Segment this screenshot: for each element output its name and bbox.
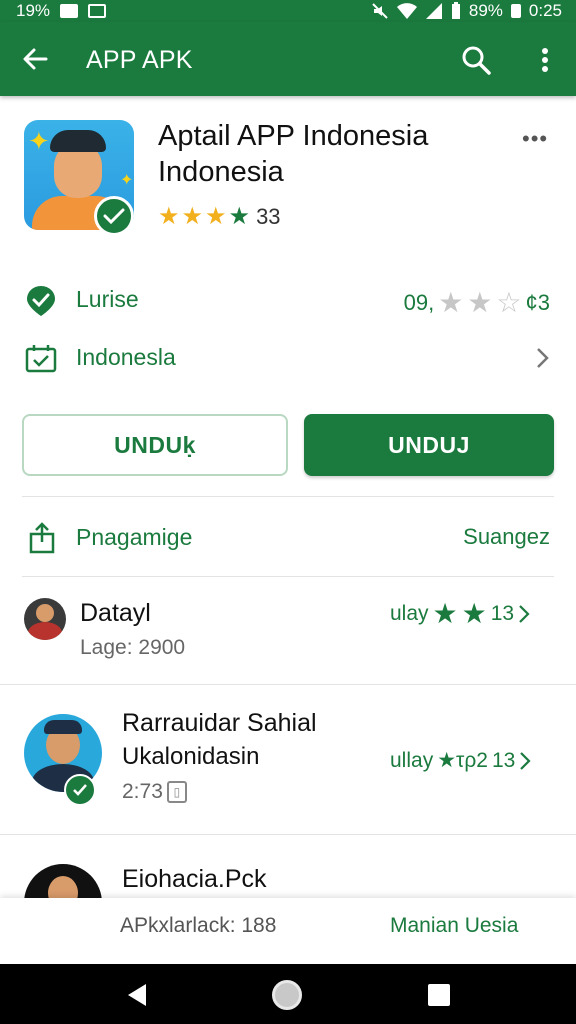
nav-recents-icon[interactable]: [428, 984, 450, 1006]
search-icon[interactable]: [460, 44, 492, 76]
divider: [22, 496, 554, 497]
list-item-title: Eiohacia.Pck: [122, 865, 267, 893]
star-icon: ★: [438, 287, 464, 318]
navigation-bar: [0, 964, 576, 1024]
download-button[interactable]: UNDUJ: [304, 414, 554, 476]
more-vert-icon[interactable]: [532, 44, 558, 76]
rating-count: 33: [256, 204, 281, 229]
info-label-region: Indonesla: [76, 344, 176, 370]
star-icon: ★: [158, 203, 180, 230]
list-item-meta: ulay ★ ★ 13: [390, 598, 530, 629]
list-item-subtitle: 2:73 ▯: [122, 780, 187, 804]
star-icon: ★: [467, 287, 493, 318]
list-item-title2: Ukalonidasin: [122, 743, 260, 770]
chevron-right-icon: [520, 751, 531, 770]
chevron-right-icon: [519, 605, 530, 623]
battery-left-text: 19%: [16, 1, 51, 20]
info-value-status: 09, ★ ★ ☆ ¢3: [404, 286, 550, 319]
mute-icon: [372, 3, 388, 19]
avatar-hat: [50, 130, 106, 152]
app-bar-title: APP APK: [86, 46, 193, 74]
info-value-text: 09,: [403, 289, 435, 315]
section-label: Pnagamige: [76, 524, 193, 550]
list-item-title: Rarrauidar Sahial: [122, 709, 317, 737]
bottom-sheet-left: APkxlarlack: 188: [120, 914, 277, 937]
download-outline-button[interactable]: UNDUḳ: [22, 414, 288, 476]
list-item-count: 13: [490, 602, 515, 625]
signal-icon: [425, 3, 442, 19]
star-icon: ★: [461, 598, 487, 629]
verified-badge-icon: [94, 196, 134, 236]
overflow-menu-icon[interactable]: •••: [522, 126, 548, 152]
chevron-right-icon: [537, 348, 549, 368]
app-rating: ★ ★ ★ ★ 33: [158, 204, 281, 230]
sparkle-icon: ✦: [120, 172, 134, 189]
battery-right-text: 89%: [468, 1, 503, 20]
battery-icon: [451, 2, 460, 19]
avatar: [24, 598, 66, 640]
app-bar: APP APK: [0, 22, 576, 96]
divider: [0, 684, 576, 685]
divider: [22, 576, 554, 577]
star-icon: ★: [432, 598, 458, 629]
star-icon: ★: [181, 203, 204, 230]
list-item-meta: ullay ★τρ2 13: [390, 748, 531, 773]
section-value[interactable]: Suangez: [463, 524, 550, 550]
verified-badge-icon: [64, 774, 96, 806]
list-item-subtitle-text: 2:73: [122, 780, 163, 803]
info-row-region[interactable]: Indonesla: [0, 330, 576, 386]
verified-shield-icon: [27, 286, 55, 316]
sparkle-icon: ✦: [28, 126, 50, 156]
wifi-icon: [396, 3, 417, 19]
back-arrow-icon[interactable]: [20, 44, 50, 74]
nav-home-icon[interactable]: [272, 980, 302, 1010]
list-item-count: 13: [491, 748, 516, 772]
info-label-status: Lurise: [76, 286, 139, 312]
app-title-line2: Indonesia: [158, 156, 284, 188]
list-item-meta-text: ullay: [390, 748, 434, 772]
status-bar: 19% 89% 0:25: [0, 0, 576, 22]
list-item[interactable]: Datayl Lage: 2900 ulay ★ ★ 13: [0, 578, 576, 684]
section-row[interactable]: Pnagamige Suangez: [0, 508, 576, 568]
info-row-status[interactable]: Lurise 09, ★ ★ ☆ ¢3: [0, 272, 576, 328]
notification-icon: [60, 4, 79, 18]
star-icon: ★: [228, 203, 251, 230]
star-icon: ★: [205, 203, 227, 230]
file-icon: ▯: [166, 781, 187, 803]
share-icon: [29, 522, 55, 554]
calendar-check-icon: [25, 345, 57, 373]
list-item[interactable]: Rarrauidar Sahial Ukalonidasin 2:73 ▯ ul…: [0, 686, 576, 834]
star-outline-icon: ☆: [496, 287, 522, 318]
clock-text: 0:25: [528, 1, 562, 20]
app-title-line1: Aptail APP Indonesia: [158, 120, 429, 152]
screenshot-icon: [88, 4, 107, 18]
list-item-meta-text: ulay: [390, 602, 429, 625]
nav-back-icon[interactable]: [124, 982, 150, 1008]
info-value-suffix: ¢3: [525, 289, 550, 315]
list-item-meta-extra: ★τρ2: [437, 749, 488, 772]
battery-small-icon: [510, 4, 521, 18]
bottom-sheet: APkxlarlack: 188 Manian Uesia: [0, 898, 576, 964]
app-title: Aptail APP Indonesia Indonesia: [158, 118, 478, 190]
divider: [0, 834, 576, 835]
list-item-title: Datayl: [80, 599, 151, 627]
bottom-sheet-right[interactable]: Manian Uesia: [390, 914, 518, 938]
list-item-subtitle: Lage: 2900: [80, 636, 186, 659]
